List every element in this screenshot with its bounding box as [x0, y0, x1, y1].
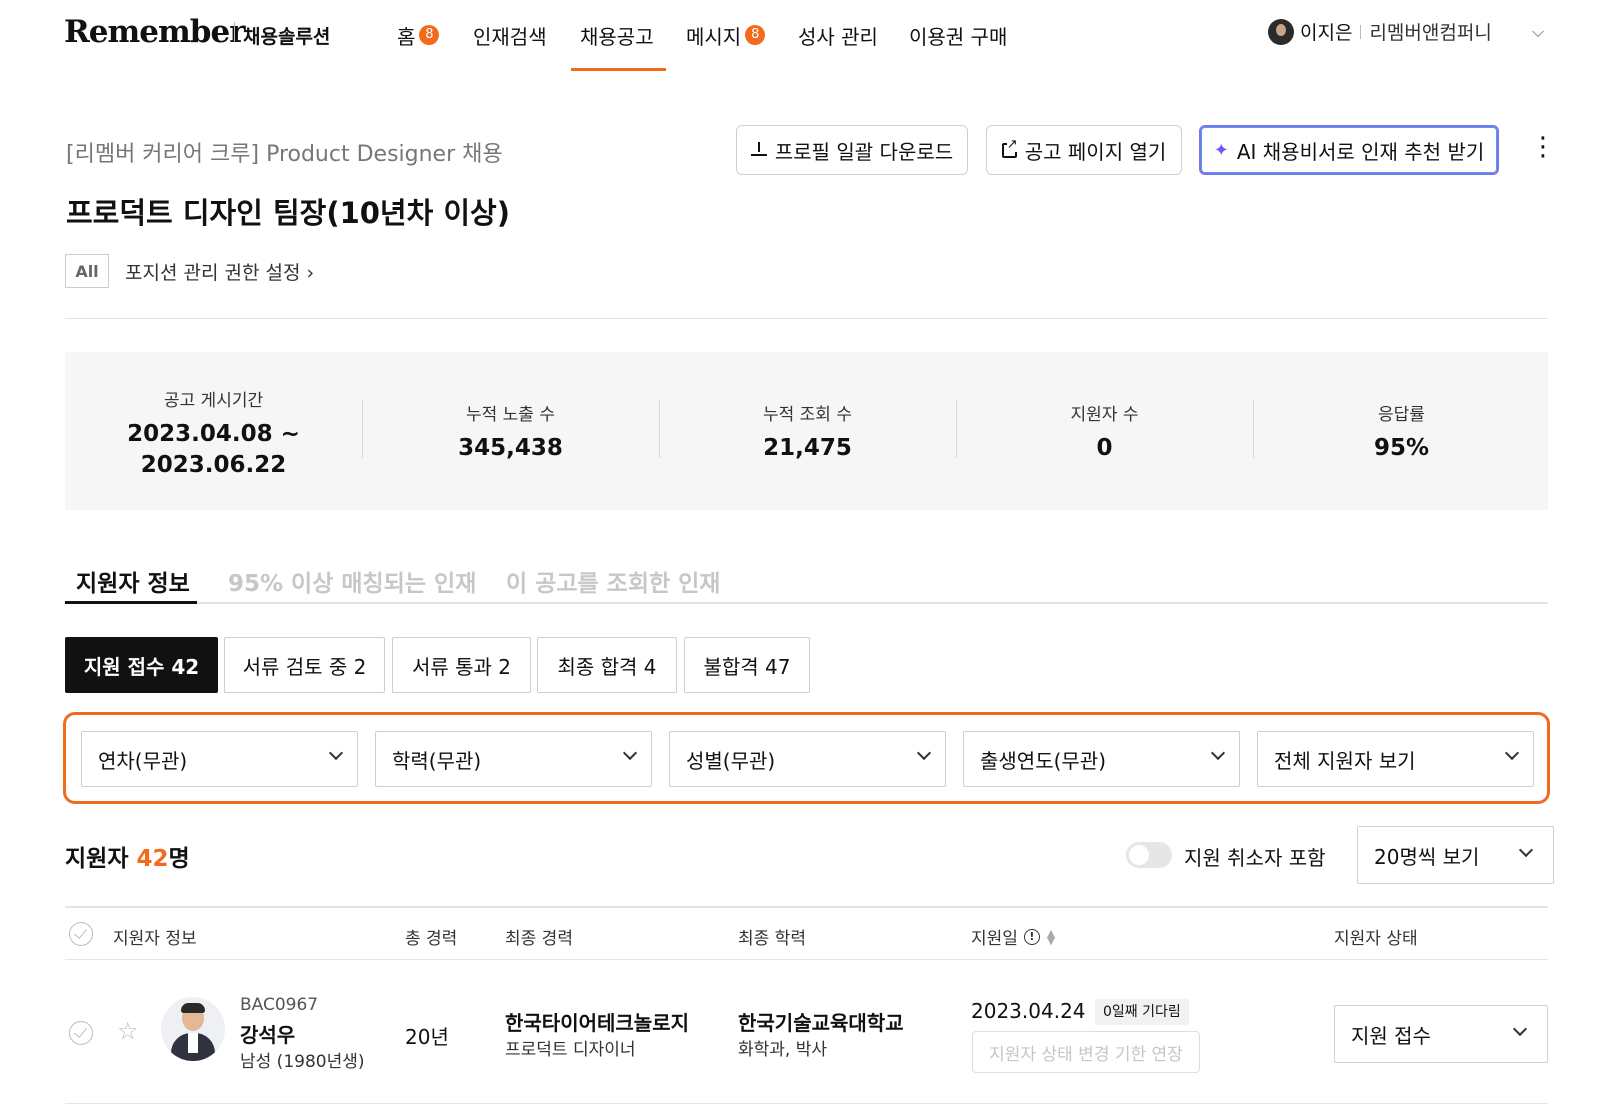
download-icon — [750, 142, 767, 158]
applicant-meta: 남성 (1980년생) — [240, 1052, 365, 1072]
chip-received[interactable]: 지원 접수 42 — [65, 637, 218, 693]
logo-divider — [234, 22, 235, 42]
divider — [65, 318, 1548, 319]
notification-badge: 8 — [419, 25, 440, 45]
last-company: 한국타이어테크놀로지 — [505, 1011, 689, 1035]
posting-stats-panel: 공고 게시기간 2023.04.08 ~ 2023.06.22 누적 노출 수 … — [65, 352, 1548, 510]
column-header: 지원자 정보 — [113, 929, 197, 949]
last-position: 프로덕트 디자이너 — [505, 1040, 636, 1060]
chevron-down-icon — [1518, 842, 1534, 858]
nav-purchase-pass[interactable]: 이용권 구매 — [909, 20, 1007, 50]
more-options-icon[interactable]: ⋮ — [1530, 134, 1556, 160]
chip-document-review[interactable]: 서류 검토 중 2 — [224, 637, 385, 693]
column-header: 총 경력 — [405, 929, 458, 949]
job-subtitle: [리멤버 커리어 크루] Product Designer 채용 — [66, 142, 503, 167]
download-profiles-button[interactable]: 프로필 일괄 다운로드 — [736, 125, 968, 175]
chevron-down-icon — [622, 745, 638, 761]
notification-badge: 8 — [745, 25, 766, 45]
user-menu[interactable]: 이지은 리멤버앤컴퍼니 — [1268, 18, 1492, 45]
page-title: 프로덕트 디자인 팀장(10년차 이상) — [66, 196, 510, 230]
stat-views: 누적 조회 수 21,475 — [762, 405, 852, 461]
chevron-down-icon — [1210, 745, 1226, 761]
stat-posting-period: 공고 게시기간 2023.04.08 ~ 2023.06.22 — [127, 391, 300, 478]
user-name: 이지은 — [1300, 22, 1353, 44]
tab-matching-talent[interactable]: 95% 이상 매칭되는 인재 — [228, 564, 476, 598]
tab-viewed-talent[interactable]: 이 공고를 조회한 인재 — [506, 564, 720, 598]
column-header: 지원자 상태 — [1334, 929, 1418, 949]
table-row[interactable]: ☆ BAC0967 강석우 남성 (1980년생) 20년 한국타이어테크놀로지… — [65, 961, 1548, 1104]
wait-badge: 0일째 기다림 — [1095, 999, 1189, 1025]
chip-rejected[interactable]: 불합격 47 — [684, 637, 810, 693]
chip-document-passed[interactable]: 서류 통과 2 — [392, 637, 531, 693]
column-header-apply-date[interactable]: 지원일 ! ▲ ▼ — [971, 924, 1056, 950]
chevron-down-icon — [328, 745, 344, 761]
user-company: 리멤버앤컴퍼니 — [1369, 22, 1492, 44]
applicant-count: 42 — [136, 846, 169, 872]
birth-year-filter[interactable]: 출생연도(무관) — [963, 731, 1240, 787]
career-years-filter[interactable]: 연차(무관) — [81, 731, 358, 787]
chip-final-accepted[interactable]: 최종 합격 4 — [537, 637, 677, 693]
select-all-checkbox[interactable] — [69, 922, 93, 946]
applicant-photo — [161, 997, 225, 1061]
nav-home[interactable]: 홈 8 — [397, 20, 440, 50]
chevron-down-icon — [916, 745, 932, 761]
divider — [1360, 24, 1362, 39]
nav-messages[interactable]: 메시지 8 — [686, 20, 766, 50]
extend-deadline-button[interactable]: 지원자 상태 변경 기한 연장 — [972, 1031, 1200, 1073]
apply-date: 2023.04.24 — [971, 999, 1086, 1023]
major: 화학과, 박사 — [738, 1040, 828, 1060]
star-icon[interactable]: ☆ — [117, 1019, 139, 1043]
column-header: 최종 학력 — [738, 929, 806, 949]
logo-subtitle: 채용솔루션 — [243, 26, 331, 48]
include-cancelled-toggle[interactable] — [1126, 842, 1172, 868]
nav-job-postings[interactable]: 채용공고 — [580, 20, 654, 50]
include-cancelled-label: 지원 취소자 포함 — [1184, 846, 1326, 870]
stat-impressions: 누적 노출 수 345,438 — [458, 405, 563, 461]
applicant-view-filter[interactable]: 전체 지원자 보기 — [1257, 731, 1534, 787]
sparkle-icon: ✦ — [1213, 139, 1229, 161]
total-career: 20년 — [405, 1025, 449, 1049]
applicant-status-select[interactable]: 지원 접수 — [1334, 1005, 1548, 1063]
remember-logo[interactable]: Remember — [64, 14, 246, 50]
sort-icon[interactable]: ▲ ▼ — [1046, 928, 1056, 946]
tab-applicant-info[interactable]: 지원자 정보 — [76, 564, 190, 598]
active-tab-indicator — [65, 601, 197, 604]
info-icon[interactable]: ! — [1023, 928, 1040, 945]
chevron-down-icon — [1504, 745, 1520, 761]
position-permission-link[interactable]: 포지션 관리 권한 설정 › — [125, 258, 314, 285]
last-school: 한국기술교육대학교 — [738, 1011, 904, 1035]
applicant-code: BAC0967 — [240, 995, 319, 1015]
nav-talent-search[interactable]: 인재검색 — [473, 20, 547, 50]
row-checkbox[interactable] — [69, 1021, 93, 1045]
external-link-icon — [1001, 136, 1018, 158]
active-nav-indicator — [571, 68, 666, 71]
education-filter[interactable]: 학력(무관) — [375, 731, 652, 787]
top-navigation: Remember 채용솔루션 홈 8 인재검색 채용공고 메시지 8 성사 관리… — [0, 0, 1621, 72]
page-size-select[interactable]: 20명씩 보기 — [1357, 826, 1554, 884]
chevron-down-icon — [1512, 1021, 1528, 1037]
ai-recommend-button[interactable]: ✦ AI 채용비서로 인재 추천 받기 — [1199, 125, 1499, 175]
applicant-count-title: 지원자 42명 — [65, 846, 190, 872]
stat-applicants: 지원자 수 0 — [1070, 405, 1139, 461]
open-posting-page-button[interactable]: 공고 페이지 열기 — [986, 125, 1182, 175]
nav-deal-management[interactable]: 성사 관리 — [798, 20, 878, 50]
stat-response-rate: 응답률 95% — [1373, 405, 1430, 461]
scope-badge: All — [65, 254, 109, 288]
applicant-tabs: 지원자 정보 95% 이상 매칭되는 인재 이 공고를 조회한 인재 — [65, 560, 1548, 604]
avatar — [1268, 18, 1294, 45]
applicant-name[interactable]: 강석우 — [240, 1019, 295, 1048]
chevron-down-icon[interactable]: ⌵ — [1532, 22, 1544, 42]
gender-filter[interactable]: 성별(무관) — [669, 731, 946, 787]
column-header: 최종 경력 — [505, 929, 573, 949]
table-header: 지원자 정보 총 경력 최종 경력 최종 학력 지원일 ! ▲ ▼ 지원자 상태 — [65, 906, 1548, 960]
